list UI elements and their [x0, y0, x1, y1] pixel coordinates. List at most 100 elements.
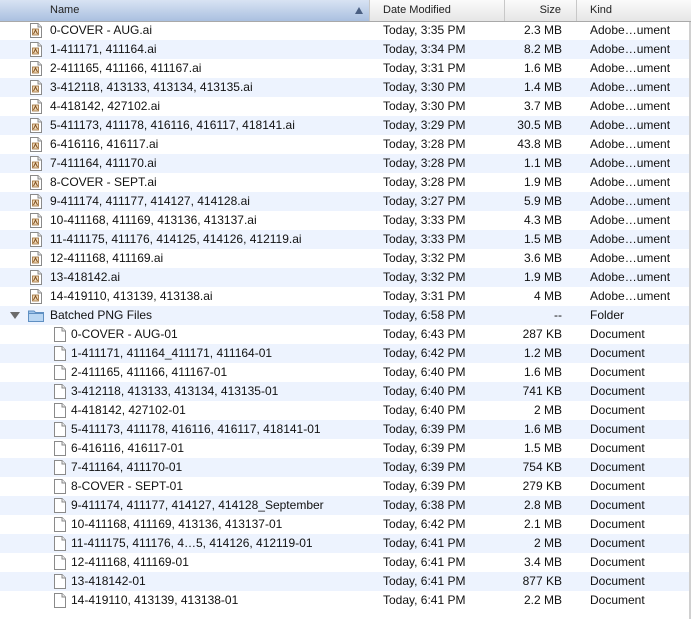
- file-row[interactable]: 13-418142.ai Today, 3:32 PM 1.9 MB Adobe…um…: [0, 268, 691, 287]
- file-kind: Document: [590, 365, 645, 379]
- file-row[interactable]: 2-411165, 411166, 411167.ai Today, 3:31 P…: [0, 59, 691, 78]
- illustrator-file-icon: [30, 232, 42, 247]
- illustrator-file-icon: [30, 213, 42, 228]
- name-column-header[interactable]: Name: [0, 0, 370, 21]
- file-row[interactable]: 8-COVER - SEPT-01 Today, 6:39 PM 279 KB Doc…: [0, 477, 691, 496]
- document-icon: [54, 555, 66, 570]
- date-modified: Today, 3:29 PM: [383, 118, 466, 132]
- file-row[interactable]: 3-412118, 413133, 413134, 413135-01 Today…: [0, 382, 691, 401]
- illustrator-file-icon: [30, 23, 42, 38]
- file-row[interactable]: 6-416116, 416117.ai Today, 3:28 PM 43.8 MB…: [0, 135, 691, 154]
- name-cell: 2-411165, 411166, 411167.ai: [0, 59, 370, 78]
- file-row[interactable]: 4-418142, 427102-01 Today, 6:40 PM 2 MB Doc…: [0, 401, 691, 420]
- file-size: 3.4 MB: [523, 555, 562, 569]
- size-column-header[interactable]: Size: [505, 0, 577, 21]
- file-kind: Adobe…ument: [590, 289, 671, 303]
- file-kind: Folder: [590, 308, 625, 322]
- file-name: 4-418142, 427102.ai: [50, 99, 161, 113]
- file-kind: Adobe…ument: [590, 42, 671, 56]
- size-column-label: Size: [539, 4, 561, 16]
- kind-column-header[interactable]: Kind: [577, 0, 691, 21]
- date-modified: Today, 3:35 PM: [383, 23, 466, 37]
- file-kind: Adobe…ument: [590, 156, 671, 170]
- date-modified: Today, 6:40 PM: [383, 403, 466, 417]
- file-row[interactable]: 4-418142, 427102.ai Today, 3:30 PM 3.7 MB A…: [0, 97, 691, 116]
- file-row[interactable]: 6-416116, 416117-01 Today, 6:39 PM 1.5 MB D…: [0, 439, 691, 458]
- file-name: 0-COVER - AUG.ai: [50, 23, 153, 37]
- file-size: 754 KB: [522, 460, 562, 474]
- document-icon: [54, 422, 66, 437]
- document-icon: [54, 460, 66, 475]
- file-row[interactable]: 2-411165, 411166, 411167-01 Today, 6:40 P…: [0, 363, 691, 382]
- file-row[interactable]: 13-418142-01 Today, 6:41 PM 877 KB Document: [0, 572, 691, 591]
- file-size: 1.6 MB: [523, 422, 562, 436]
- file-size: 2.3 MB: [523, 23, 562, 37]
- file-size: 3.7 MB: [523, 99, 562, 113]
- file-name: 1-411171, 411164_411171, 411164-01: [71, 346, 273, 360]
- name-cell: 3-412118, 413133, 413134, 413135.ai: [0, 78, 370, 97]
- illustrator-file-icon: [30, 80, 42, 95]
- file-row[interactable]: 12-411168, 411169-01 Today, 6:41 PM 3.4 MB…: [0, 553, 691, 572]
- file-row[interactable]: 5-411173, 411178, 416116, 416117, 418141…: [0, 420, 691, 439]
- date-modified: Today, 6:41 PM: [383, 593, 466, 607]
- file-row[interactable]: 11-411175, 411176, 414125, 414126, 41211…: [0, 230, 691, 249]
- file-row[interactable]: 1-411171, 411164.ai Today, 3:34 PM 8.2 MB A…: [0, 40, 691, 59]
- file-row[interactable]: 12-411168, 411169.ai Today, 3:32 PM 3.6 MB…: [0, 249, 691, 268]
- name-cell: 14-419110, 413139, 413138.ai: [0, 287, 370, 306]
- file-kind: Document: [590, 327, 645, 341]
- name-cell: 0-COVER - AUG-01: [0, 325, 370, 344]
- date-modified: Today, 3:31 PM: [383, 289, 466, 303]
- disclosure-triangle-icon[interactable]: [10, 312, 20, 319]
- file-kind: Adobe…ument: [590, 61, 671, 75]
- date-modified: Today, 6:39 PM: [383, 441, 466, 455]
- file-kind: Document: [590, 384, 645, 398]
- file-row[interactable]: 7-411164, 411170.ai Today, 3:28 PM 1.1 MB A…: [0, 154, 691, 173]
- file-name: 8-COVER - SEPT-01: [71, 479, 184, 493]
- file-row[interactable]: 5-411173, 411178, 416116, 416117, 418141…: [0, 116, 691, 135]
- document-icon: [54, 365, 66, 380]
- file-name: 8-COVER - SEPT.ai: [50, 175, 157, 189]
- name-cell: 8-COVER - SEPT-01: [0, 477, 370, 496]
- file-row[interactable]: 8-COVER - SEPT.ai Today, 3:28 PM 1.9 MB Ado…: [0, 173, 691, 192]
- file-kind: Document: [590, 441, 645, 455]
- file-row[interactable]: 0-COVER - AUG-01 Today, 6:43 PM 287 KB Docu…: [0, 325, 691, 344]
- file-size: 1.6 MB: [523, 365, 562, 379]
- file-row[interactable]: 14-419110, 413139, 413138.ai Today, 3:31 …: [0, 287, 691, 306]
- file-row[interactable]: 9-411174, 411177, 414127, 414128.ai Today…: [0, 192, 691, 211]
- file-row[interactable]: 11-411175, 411176, 4…5, 414126, 412119-0…: [0, 534, 691, 553]
- file-row[interactable]: 3-412118, 413133, 413134, 413135.ai Today…: [0, 78, 691, 97]
- file-size: 2 MB: [533, 536, 562, 550]
- file-row[interactable]: 0-COVER - AUG.ai Today, 3:35 PM 2.3 MB Adob…: [0, 21, 691, 40]
- file-row[interactable]: 9-411174, 411177, 414127, 414128_Septemb…: [0, 496, 691, 515]
- file-size: 1.9 MB: [523, 270, 562, 284]
- file-name: 5-411173, 411178, 416116, 416117, 418141…: [71, 422, 321, 436]
- file-size: 30.5 MB: [517, 118, 562, 132]
- file-kind: Adobe…ument: [590, 137, 671, 151]
- sort-ascending-icon: [355, 7, 363, 14]
- file-row[interactable]: 14-419110, 413139, 413138-01 Today, 6:41 …: [0, 591, 691, 610]
- document-icon: [54, 593, 66, 608]
- name-cell: 13-418142.ai: [0, 268, 370, 287]
- file-size: 2 MB: [533, 403, 562, 417]
- date-modified: Today, 6:40 PM: [383, 384, 466, 398]
- file-row[interactable]: 1-411171, 411164_411171, 411164-01 Today,…: [0, 344, 691, 363]
- file-row[interactable]: 10-411168, 411169, 413136, 413137-01 Toda…: [0, 515, 691, 534]
- file-row[interactable]: 7-411164, 411170-01 Today, 6:39 PM 754 KB D…: [0, 458, 691, 477]
- name-cell: 12-411168, 411169-01: [0, 553, 370, 572]
- file-kind: Document: [590, 346, 645, 360]
- file-name: 11-411175, 411176, 414125, 414126, 41211…: [50, 232, 302, 246]
- date-modified: Today, 3:32 PM: [383, 251, 466, 265]
- date-modified-column-header[interactable]: Date Modified: [370, 0, 505, 21]
- file-row[interactable]: 10-411168, 411169, 413136, 413137.ai Toda…: [0, 211, 691, 230]
- date-modified: Today, 3:31 PM: [383, 61, 466, 75]
- file-size: 4 MB: [533, 289, 562, 303]
- illustrator-file-icon: [30, 118, 42, 133]
- date-modified: Today, 6:39 PM: [383, 479, 466, 493]
- date-modified: Today, 3:28 PM: [383, 137, 466, 151]
- file-name: 14-419110, 413139, 413138-01: [71, 593, 239, 607]
- file-name: 6-416116, 416117-01: [71, 441, 184, 455]
- file-size: 1.5 MB: [523, 232, 562, 246]
- file-name: 2-411165, 411166, 411167.ai: [50, 61, 202, 75]
- folder-row[interactable]: Batched PNG Files Today, 6:58 PM -- Folder: [0, 306, 691, 325]
- file-size: 1.5 MB: [523, 441, 562, 455]
